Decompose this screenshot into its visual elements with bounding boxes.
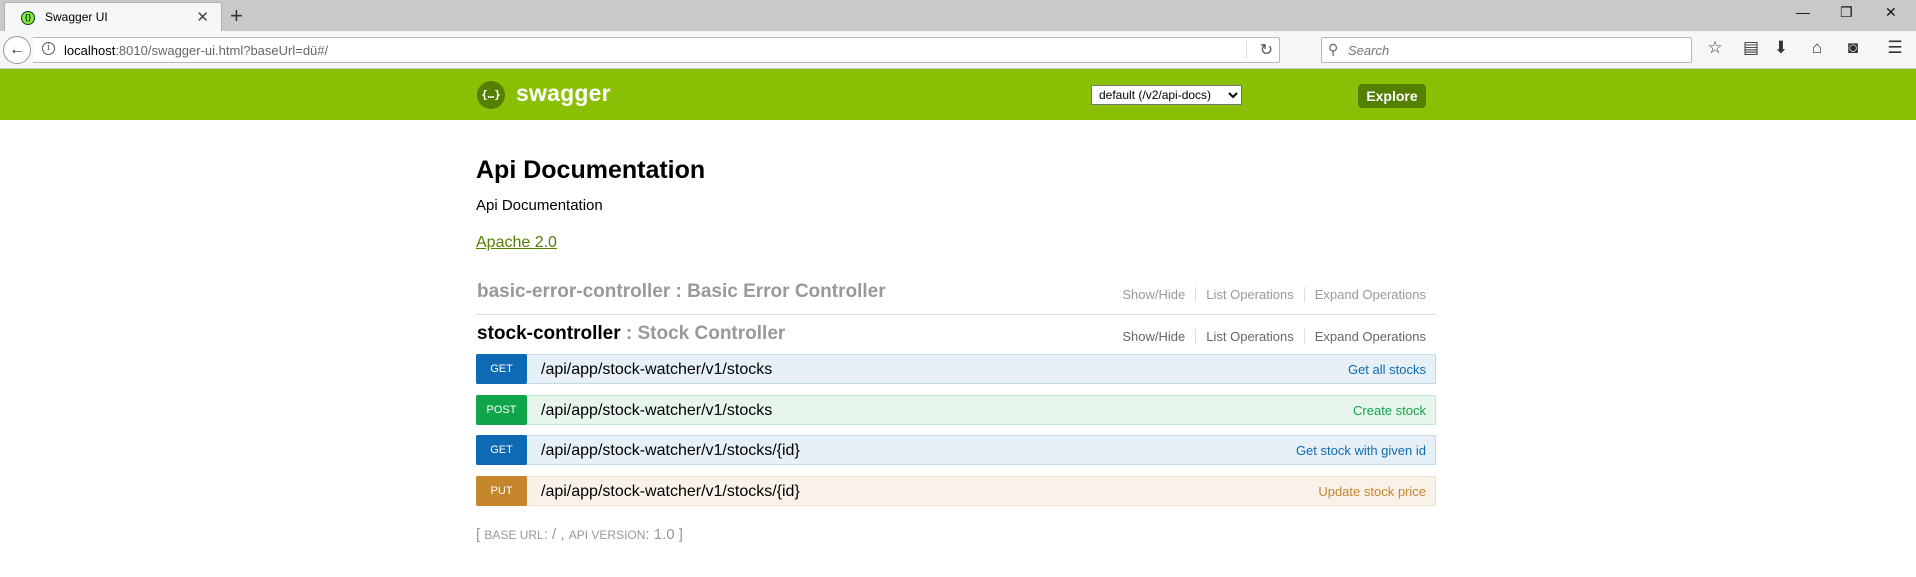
operation-path[interactable]: /api/app/stock-watcher/v1/stocks/{id}	[541, 483, 800, 501]
info-icon[interactable]: i	[42, 42, 55, 55]
reload-icon[interactable]: ↻	[1260, 40, 1273, 60]
url-divider	[1246, 41, 1247, 59]
list-operations-link[interactable]: List Operations	[1196, 329, 1305, 344]
star-icon[interactable]: ☆	[1704, 38, 1726, 58]
license-link[interactable]: Apache 2.0	[476, 234, 557, 252]
resource-actions: Show/Hide List Operations Expand Operation…	[1112, 329, 1426, 344]
operation-summary[interactable]: Get stock with given id	[1296, 443, 1426, 458]
resource-heading[interactable]: stock-controller : Stock Controller	[477, 323, 785, 345]
swagger-favicon-icon: {}	[21, 11, 35, 25]
operation-get-stocks[interactable]: GET /api/app/stock-watcher/v1/stocks Get…	[476, 354, 1436, 384]
search-input[interactable]	[1348, 41, 1678, 59]
operation-get-stock-by-id[interactable]: GET /api/app/stock-watcher/v1/stocks/{id…	[476, 435, 1436, 465]
browser-tab[interactable]: {} Swagger UI ✕	[4, 2, 222, 31]
home-icon[interactable]: ⌂	[1806, 38, 1828, 58]
swagger-logo-icon: {…}	[477, 81, 505, 109]
api-version-value: : 1.0 ]	[645, 526, 683, 543]
close-window-icon[interactable]: ✕	[1885, 4, 1897, 21]
base-url-label: BASE URL	[484, 528, 544, 542]
navigation-bar: ← i localhost:8010/swagger-ui.html?baseU…	[0, 31, 1916, 69]
api-description: Api Documentation	[476, 197, 603, 214]
operation-post-stocks[interactable]: POST /api/app/stock-watcher/v1/stocks Cr…	[476, 395, 1436, 425]
pocket-icon[interactable]: ◙	[1842, 38, 1864, 58]
http-method-badge[interactable]: GET	[476, 354, 527, 384]
operation-path[interactable]: /api/app/stock-watcher/v1/stocks	[541, 402, 772, 420]
tab-strip: {} Swagger UI ✕ + — ❐ ✕	[0, 0, 1916, 31]
close-icon[interactable]: ✕	[196, 8, 209, 26]
operation-path[interactable]: /api/app/stock-watcher/v1/stocks	[541, 361, 772, 379]
explore-button[interactable]: Explore	[1358, 84, 1426, 108]
plus-icon[interactable]: +	[230, 3, 243, 29]
show-hide-link[interactable]: Show/Hide	[1112, 287, 1197, 302]
operation-put-stock-by-id[interactable]: PUT /api/app/stock-watcher/v1/stocks/{id…	[476, 476, 1436, 506]
swagger-brand[interactable]: swagger	[516, 80, 611, 107]
show-hide-link[interactable]: Show/Hide	[1112, 329, 1197, 344]
api-title: Api Documentation	[476, 156, 706, 184]
reading-list-icon[interactable]: ▤	[1740, 38, 1762, 58]
divider	[476, 314, 1436, 315]
expand-operations-link[interactable]: Expand Operations	[1305, 329, 1426, 344]
http-method-badge[interactable]: POST	[476, 395, 527, 425]
download-icon[interactable]: ⬇	[1770, 38, 1792, 58]
operation-summary[interactable]: Create stock	[1353, 403, 1426, 418]
tab-title: Swagger UI	[45, 10, 108, 24]
spec-select[interactable]: default (/v2/api-docs)	[1091, 85, 1242, 105]
list-operations-link[interactable]: List Operations	[1196, 287, 1305, 302]
menu-icon[interactable]: ☰	[1884, 38, 1906, 58]
minimize-icon[interactable]: —	[1796, 4, 1810, 20]
restore-icon[interactable]: ❐	[1840, 4, 1853, 21]
api-version-label: API VERSION	[568, 528, 646, 542]
search-icon: ⚲	[1328, 41, 1339, 57]
http-method-badge[interactable]: GET	[476, 435, 527, 465]
api-footer-info: [ BASE URL: / , API VERSION: 1.0 ]	[476, 526, 683, 543]
url-bar[interactable]: i localhost:8010/swagger-ui.html?baseUrl…	[33, 37, 1280, 63]
resource-actions: Show/Hide List Operations Expand Operation…	[1112, 287, 1426, 302]
resource-heading[interactable]: basic-error-controller : Basic Error Con…	[477, 281, 886, 303]
expand-operations-link[interactable]: Expand Operations	[1305, 287, 1426, 302]
operation-summary[interactable]: Update stock price	[1318, 484, 1426, 499]
swagger-header: {…} swagger default (/v2/api-docs) Explo…	[0, 69, 1916, 120]
search-bar[interactable]: ⚲	[1321, 37, 1692, 63]
back-arrow-icon[interactable]: ←	[3, 36, 31, 64]
url-text[interactable]: localhost:8010/swagger-ui.html?baseUrl=d…	[64, 43, 328, 58]
operation-summary[interactable]: Get all stocks	[1348, 362, 1426, 377]
http-method-badge[interactable]: PUT	[476, 476, 527, 506]
operation-path[interactable]: /api/app/stock-watcher/v1/stocks/{id}	[541, 442, 800, 460]
